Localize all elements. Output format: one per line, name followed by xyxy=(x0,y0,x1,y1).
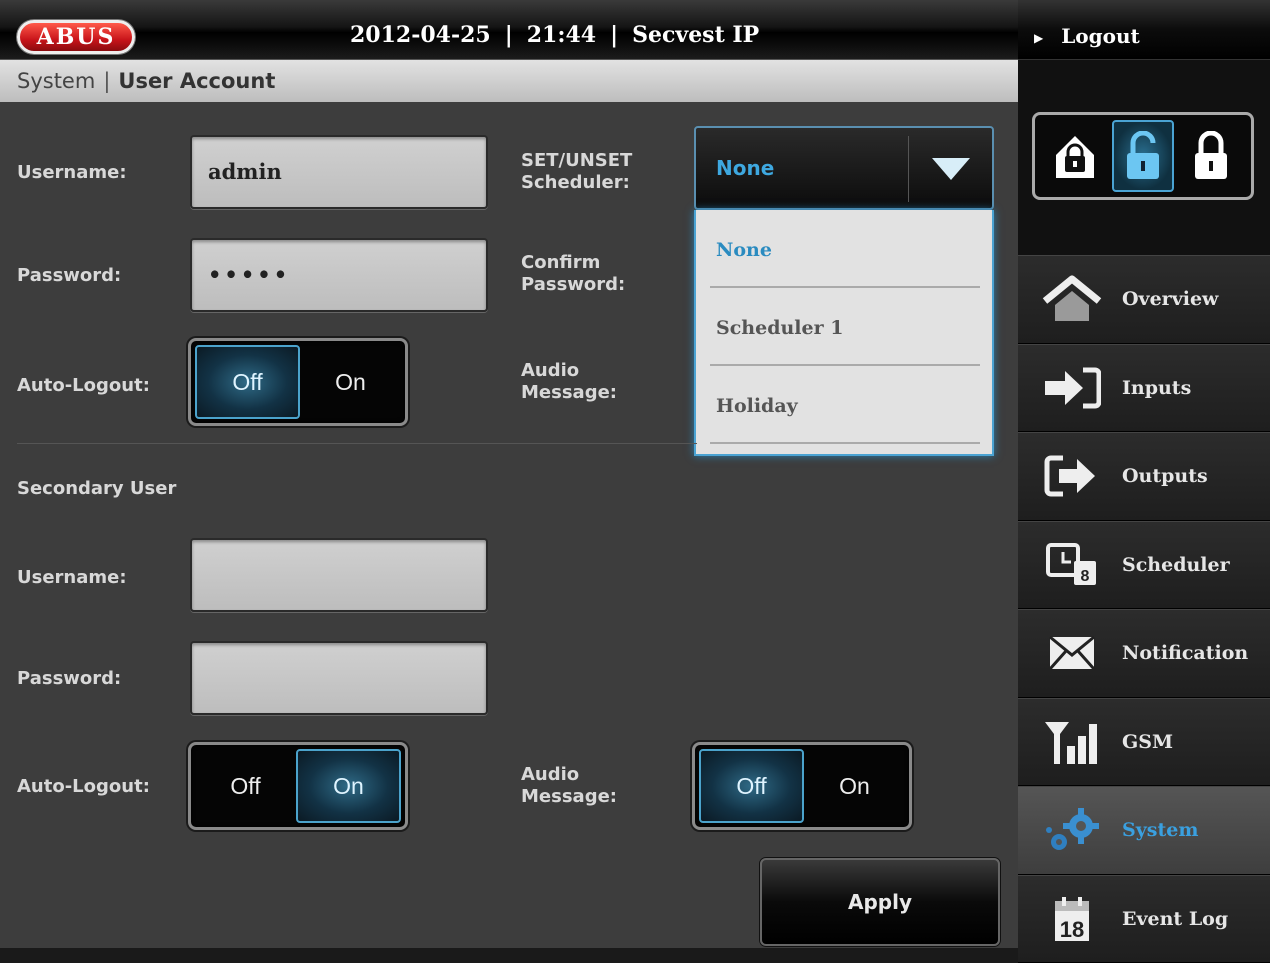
top-bar: ABUS 2012-04-25 | 21:44 | Secvest IP xyxy=(0,0,1018,60)
secondary-audio-on-option[interactable]: On xyxy=(804,749,905,823)
nav-item-label: Scheduler xyxy=(1122,554,1230,576)
scheduler-dropdown-list: None Scheduler 1 Holiday xyxy=(694,210,994,456)
secondary-audio-label-line2: Message: xyxy=(521,786,617,808)
dropdown-divider xyxy=(908,136,909,202)
breadcrumb-separator: | xyxy=(103,69,110,93)
status-bar: 2012-04-25 | 21:44 | Secvest IP xyxy=(350,22,759,48)
nav-item-label: Notification xyxy=(1122,642,1248,664)
secondary-audio-message-toggle[interactable]: Off On xyxy=(692,742,912,830)
section-divider xyxy=(17,443,697,444)
secondary-audio-message-label: Audio Message: xyxy=(521,764,617,808)
scheduler-option-none[interactable]: None xyxy=(710,210,980,288)
secondary-auto-logout-off-option[interactable]: Off xyxy=(195,749,296,823)
confirm-password-label: Confirm Password: xyxy=(521,252,625,296)
chevron-down-icon[interactable] xyxy=(932,158,970,180)
lock-icon[interactable] xyxy=(1180,120,1242,192)
nav-item-event-log[interactable]: 18 Event Log xyxy=(1018,875,1270,963)
nav-item-label: System xyxy=(1122,819,1198,841)
right-panel: ▶ Logout xyxy=(1018,0,1270,948)
scheduler-option-holiday[interactable]: Holiday xyxy=(710,366,980,444)
caret-right-icon: ▶ xyxy=(1034,2,1043,74)
breadcrumb-current-page: User Account xyxy=(118,69,275,93)
nav-item-label: Outputs xyxy=(1122,465,1208,487)
nav-item-system[interactable]: System xyxy=(1018,786,1270,875)
nav-item-label: Inputs xyxy=(1122,377,1191,399)
confirm-password-label-line2: Password: xyxy=(521,274,625,296)
secondary-audio-label-line1: Audio xyxy=(521,764,617,786)
breadcrumb-section[interactable]: System xyxy=(17,69,95,93)
confirm-password-label-line1: Confirm xyxy=(521,252,625,274)
nav-item-label: Overview xyxy=(1122,288,1218,310)
output-icon xyxy=(1040,450,1104,502)
secondary-audio-off-option[interactable]: Off xyxy=(699,749,804,823)
product-name: Secvest IP xyxy=(632,22,759,48)
nav-item-inputs[interactable]: Inputs xyxy=(1018,344,1270,433)
username-field[interactable]: admin xyxy=(190,135,488,209)
secondary-auto-logout-toggle[interactable]: Off On xyxy=(188,742,408,830)
password-field[interactable]: ••••• xyxy=(190,238,488,312)
envelope-icon xyxy=(1040,627,1104,679)
nav-item-label: Event Log xyxy=(1122,908,1228,930)
main-content: Username: admin Password: ••••• Auto-Log… xyxy=(0,102,1018,948)
calendar-icon: 18 xyxy=(1040,893,1104,945)
scheduler-option-scheduler-1[interactable]: Scheduler 1 xyxy=(710,288,980,366)
scheduler-selected-value: None xyxy=(716,156,774,180)
calendar-icon-number: 18 xyxy=(1060,917,1084,942)
auto-logout-on-option[interactable]: On xyxy=(300,345,401,419)
scheduler-dropdown[interactable]: None xyxy=(694,126,994,210)
nav-item-overview[interactable]: Overview xyxy=(1018,255,1270,344)
current-date: 2012-04-25 xyxy=(350,22,491,48)
home-lock-icon[interactable] xyxy=(1044,120,1106,192)
apply-button[interactable]: Apply xyxy=(760,858,1000,946)
scheduler-label-line2: Scheduler: xyxy=(521,172,632,194)
arm-state-selector xyxy=(1032,112,1254,200)
status-separator: | xyxy=(505,22,513,48)
audio-message-label: Audio Message: xyxy=(521,360,617,404)
breadcrumb: System | User Account xyxy=(0,60,1018,102)
status-separator: | xyxy=(610,22,618,48)
home-icon xyxy=(1040,273,1104,325)
signal-icon xyxy=(1040,716,1104,768)
auto-logout-off-option[interactable]: Off xyxy=(195,345,300,419)
secondary-password-label: Password: xyxy=(17,668,121,690)
current-time: 21:44 xyxy=(527,22,596,48)
audio-message-label-line2: Message: xyxy=(521,382,617,404)
scheduler-label-line1: SET/UNSET xyxy=(521,150,632,172)
secondary-auto-logout-label: Auto-Logout: xyxy=(17,776,150,798)
secondary-username-field[interactable] xyxy=(190,538,488,612)
auto-logout-toggle[interactable]: Off On xyxy=(188,338,408,426)
secondary-username-label: Username: xyxy=(17,567,127,589)
secondary-password-field[interactable] xyxy=(190,641,488,715)
unlock-icon[interactable] xyxy=(1112,120,1174,192)
nav-item-outputs[interactable]: Outputs xyxy=(1018,432,1270,521)
gears-icon xyxy=(1040,804,1104,856)
username-label: Username: xyxy=(17,162,127,184)
scheduler-label: SET/UNSET Scheduler: xyxy=(521,150,632,194)
logout-label: Logout xyxy=(1061,24,1140,48)
nav-item-notification[interactable]: Notification xyxy=(1018,609,1270,698)
abus-logo: ABUS xyxy=(17,20,135,54)
scheduler-icon: 8 xyxy=(1040,539,1104,591)
auto-logout-label: Auto-Logout: xyxy=(17,375,150,397)
nav-item-scheduler[interactable]: 8 Scheduler xyxy=(1018,521,1270,610)
logout-button[interactable]: ▶Logout xyxy=(1018,0,1270,60)
nav-item-gsm[interactable]: GSM xyxy=(1018,698,1270,787)
secondary-user-title: Secondary User xyxy=(17,478,176,500)
main-navigation: Overview Inputs Outputs 8 Scheduler Noti… xyxy=(1018,255,1270,963)
input-icon xyxy=(1040,362,1104,414)
scheduler-icon-number: 8 xyxy=(1081,568,1090,585)
audio-message-label-line1: Audio xyxy=(521,360,617,382)
nav-item-label: GSM xyxy=(1122,731,1173,753)
secondary-auto-logout-on-option[interactable]: On xyxy=(296,749,401,823)
password-label: Password: xyxy=(17,265,121,287)
